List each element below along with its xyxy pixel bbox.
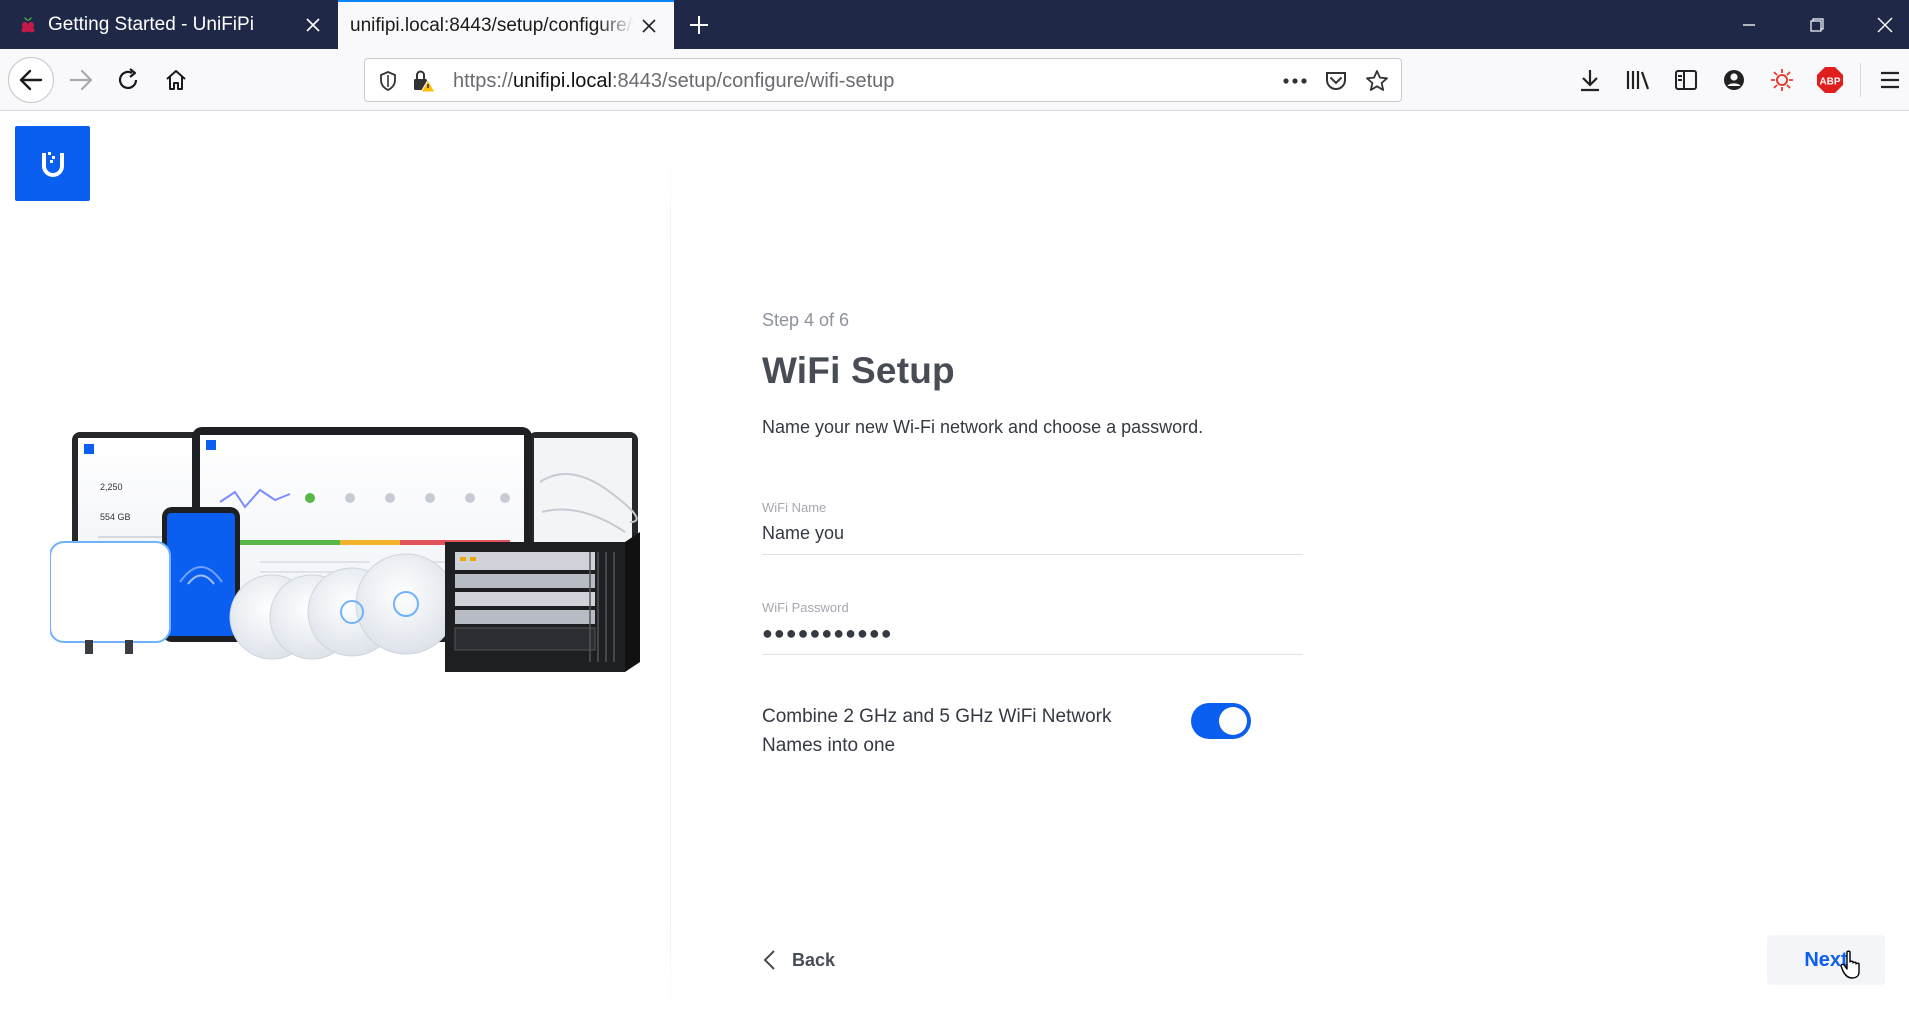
page-title: WiFi Setup xyxy=(762,350,955,391)
toggle-knob xyxy=(1219,707,1247,735)
raspberry-icon xyxy=(18,14,38,36)
hand-cursor-icon xyxy=(1840,950,1864,985)
back-button-page[interactable]: Back xyxy=(762,940,835,980)
toolbar-separator xyxy=(1860,63,1861,97)
svg-text:2,250: 2,250 xyxy=(100,482,123,492)
bookmark-star-icon[interactable] xyxy=(1362,66,1392,96)
close-icon[interactable] xyxy=(634,11,664,41)
page-subtitle: Name your new Wi-Fi network and choose a… xyxy=(762,417,1204,437)
tab-getting-started[interactable]: Getting Started - UniFiPi xyxy=(0,0,338,49)
menu-hamburger-icon[interactable] xyxy=(1871,61,1909,99)
close-window-button[interactable] xyxy=(1852,0,1909,49)
url-host: unifipi.local xyxy=(513,70,612,92)
svg-text:554 GB: 554 GB xyxy=(100,512,131,522)
tab-wifi-setup[interactable]: unifipi.local:8443/setup/configure/wifi-… xyxy=(338,0,674,49)
wifi-name-field: WiFi Name xyxy=(762,500,1303,555)
back-label: Back xyxy=(792,949,836,970)
insecure-lock-icon[interactable] xyxy=(409,66,439,96)
wifi-password-label: WiFi Password xyxy=(762,600,849,615)
navigation-bar: https://unifipi.local:8443/setup/configu… xyxy=(0,49,1909,111)
combine-networks-toggle[interactable] xyxy=(1191,703,1251,739)
extension-sun-icon[interactable] xyxy=(1763,61,1801,99)
sidebar-icon[interactable] xyxy=(1667,61,1705,99)
wifi-password-field: WiFi Password xyxy=(762,600,1303,655)
account-icon[interactable] xyxy=(1715,61,1753,99)
home-button[interactable] xyxy=(157,61,195,99)
library-icon[interactable] xyxy=(1619,61,1657,99)
forward-button[interactable] xyxy=(62,61,100,99)
wifi-name-label: WiFi Name xyxy=(762,500,827,515)
reload-button[interactable] xyxy=(109,61,147,99)
url-text[interactable]: https://unifipi.local:8443/setup/configu… xyxy=(453,70,894,93)
ubiquiti-logo[interactable] xyxy=(15,126,90,201)
chevron-left-icon xyxy=(763,950,775,970)
tab-title: unifipi.local:8443/setup/configure/wifi-… xyxy=(350,14,634,36)
url-scheme: https:// xyxy=(453,70,514,92)
close-icon[interactable] xyxy=(298,10,328,40)
pocket-icon[interactable] xyxy=(1321,66,1351,96)
shield-icon[interactable] xyxy=(373,66,403,96)
restore-button[interactable] xyxy=(1784,0,1850,49)
tab-title: Getting Started - UniFiPi xyxy=(48,13,254,35)
more-actions-icon[interactable] xyxy=(1280,66,1310,96)
adblock-plus-icon[interactable]: ABP xyxy=(1811,61,1849,99)
back-button[interactable] xyxy=(8,57,54,103)
address-bar[interactable]: https://unifipi.local:8443/setup/configu… xyxy=(364,58,1402,102)
wifi-name-input[interactable] xyxy=(762,515,1303,554)
panel-divider xyxy=(670,146,671,1020)
svg-text:ABP: ABP xyxy=(1819,77,1840,88)
unifi-devices-illustration: 2,250 554 GB xyxy=(49,412,650,812)
download-icon[interactable] xyxy=(1571,61,1609,99)
minimize-button[interactable] xyxy=(1716,0,1782,49)
next-button[interactable]: Next xyxy=(1767,935,1885,985)
url-path: :8443/setup/configure/wifi-setup xyxy=(611,70,895,92)
step-indicator: Step 4 of 6 xyxy=(762,310,850,330)
wifi-password-input[interactable] xyxy=(762,615,1303,654)
page-content: 2,250 554 GB Step 4 of 6 WiFi Setup Name… xyxy=(0,112,1909,1020)
tab-strip: Getting Started - UniFiPi unifipi.local:… xyxy=(0,0,1909,49)
combine-networks-label: Combine 2 GHz and 5 GHz WiFi Network Nam… xyxy=(762,706,1112,756)
new-tab-button[interactable] xyxy=(682,8,716,42)
